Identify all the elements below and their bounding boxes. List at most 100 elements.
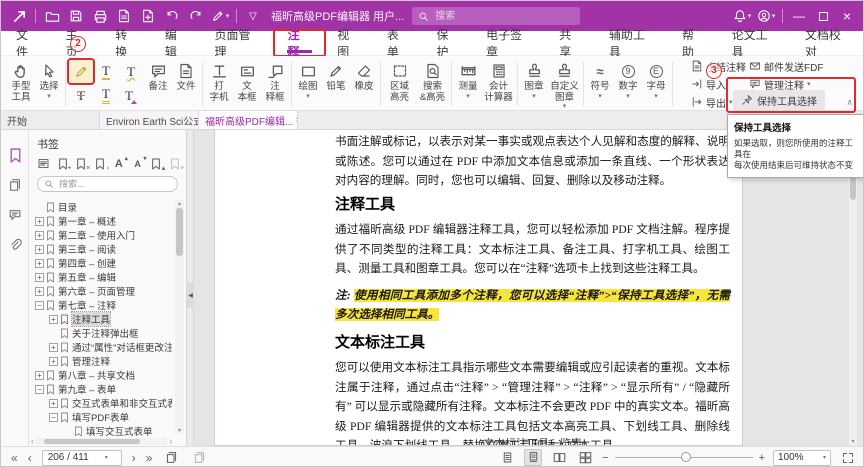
typewriter-tool-button[interactable]: 打 字机 [205,58,233,103]
bookmark-search-box[interactable] [37,176,178,192]
calculator-button[interactable]: 会计 计算器 [482,58,515,103]
new-tab-view-button[interactable] [162,449,180,466]
replace-text-tool-button[interactable]: T [94,84,118,107]
new-document-button[interactable] [136,5,160,27]
redo-button[interactable] [184,5,208,27]
menu-tab-esign[interactable]: 电子签章 [473,31,546,55]
menu-tab-view[interactable]: 视图 [324,31,374,55]
bookmark-item[interactable]: 填写交互式表单 [29,424,172,436]
notifications-button[interactable]: ▾ [730,5,754,27]
menu-tab-share[interactable]: 共享 [546,31,596,55]
numbers-button[interactable]: 9 数字 ▾ [614,58,642,100]
bookmark-item[interactable]: +第四章 – 创建 [29,256,172,270]
bookmark-item[interactable]: −第九章 – 表单 [29,382,172,396]
hand-tool-button[interactable]: 手型 工具 [7,58,35,103]
bookmark-item[interactable]: +通过“属性”对话框更改注释外观 [29,340,172,354]
next-page-button[interactable]: › [132,451,136,465]
bookmark-item[interactable]: 目录 [29,200,172,214]
document-tab-environ[interactable]: Environ Earth Sci公式.p... [100,111,199,129]
note-tool-button[interactable]: 备注 [144,58,172,93]
menu-tab-convert[interactable]: 转换 [102,31,152,55]
collapse-panel-handle[interactable]: ◀ [187,282,194,308]
close-button[interactable]: × [835,5,859,27]
drawing-tool-button[interactable]: 绘图 ▾ [294,58,322,100]
bookmark-item[interactable]: +第三章 – 阅读 [29,242,172,256]
add-bookmark-button[interactable]: + [56,156,70,171]
facing-continuous-view-button[interactable] [576,449,594,466]
bookmark-item-selected[interactable]: +注释工具 [29,312,172,326]
titlebar-search[interactable] [412,7,580,25]
pdf-page[interactable]: 书面注解或标记，以表示对某一事实或观点表达个人见解和态度的解释、说明或陈述。您可… [214,130,743,446]
measure-tool-button[interactable]: 测量 ▾ [454,58,482,100]
squiggly-underline-tool-button[interactable]: T [119,60,143,83]
print-button[interactable] [88,5,112,27]
bookmark-item[interactable]: −第七章 – 注释 [29,298,172,312]
menu-tab-paper-tools[interactable]: 论文工具 [719,31,792,55]
start-tab[interactable]: 开始 [1,111,100,129]
last-page-button[interactable]: » [146,451,153,465]
select-tool-button[interactable]: 选择 ▾ [35,58,63,100]
maximize-button[interactable] [811,5,835,27]
search-highlight-button[interactable]: 搜索 &高亮 [416,58,449,103]
fullscreen-button[interactable] [839,449,857,466]
scrollbar-thumb[interactable] [176,208,183,256]
enlarge-bookmark-text-button[interactable]: A▴ [112,156,126,171]
scrollbar-thumb[interactable] [44,439,140,444]
menu-tab-form[interactable]: 表单 [374,31,424,55]
keep-tool-selected-button[interactable]: 保持工具选择 [733,90,825,110]
stamp-tool-button[interactable]: 图章 ▾ [520,58,548,100]
menu-tab-organize[interactable]: 页面管理 [201,31,274,55]
demote-bookmark-button[interactable]: ▾ [168,156,182,171]
custom-stamp-button[interactable]: 自定义 图章 ▾ [548,58,581,110]
menu-tab-accessibility[interactable]: 辅助工具 [596,31,669,55]
highlight-tool-button[interactable] [69,60,93,83]
page-number-input[interactable] [43,451,105,464]
zoom-out-button[interactable]: − [602,452,608,464]
menu-tab-help[interactable]: 帮助 [669,31,719,55]
continuous-view-button[interactable] [524,449,542,466]
save-button[interactable] [64,5,88,27]
manage-comments-button[interactable]: 管理注释 ▾ [749,77,823,91]
textbox-tool-button[interactable]: 文 本框 [233,58,261,103]
set-destination-button[interactable]: › [93,156,107,171]
quick-tool-button[interactable]: ▾ [208,5,232,27]
zoom-in-button[interactable]: + [759,452,765,464]
menu-tab-protect[interactable]: 保护 [423,31,473,55]
bookmark-vertical-scrollbar[interactable]: ▴ ▾ [175,200,184,434]
facing-view-button[interactable] [550,449,568,466]
bookmark-item[interactable]: −填写PDF表单 [29,410,172,424]
zoom-level-select[interactable]: 100% ▾ [773,450,831,466]
callout-tool-button[interactable]: 注 释框 [261,58,289,103]
underline-tool-button[interactable]: T [94,60,118,83]
menu-tab-file[interactable]: 文件 [3,31,53,55]
import-comments-button[interactable]: 导入 [691,77,746,91]
customize-toolbar-button[interactable]: ▽ [241,5,265,27]
zoom-slider-knob[interactable] [681,452,691,462]
delete-bookmark-button[interactable]: × [75,156,89,171]
account-button[interactable]: ▾ [754,5,778,27]
pencil-tool-button[interactable]: 铅笔 [322,58,350,93]
attachments-panel-button[interactable] [1,230,29,260]
single-page-view-button[interactable] [498,449,516,466]
bookmark-item[interactable]: +交互式表单和非交互式表单 [29,396,172,410]
bookmark-item[interactable]: +管理注释 [29,354,172,368]
bookmarks-panel-button[interactable] [1,140,29,170]
previous-page-button[interactable]: ‹ [28,451,32,465]
bookmark-search-input[interactable] [57,178,157,190]
bookmark-horizontal-scrollbar[interactable]: ‹ › [31,437,172,446]
panel-divider[interactable]: ◀ [187,130,194,446]
promote-bookmark-button[interactable]: ▴ [150,156,164,171]
letters-button[interactable]: E 字母 ▾ [642,58,670,100]
zoom-slider[interactable]: − + [602,452,765,464]
strikeout-tool-button[interactable]: T [69,84,93,107]
undo-button[interactable] [160,5,184,27]
minimize-button[interactable]: — [787,5,811,27]
menu-tab-proofread[interactable]: 文档校对 [792,31,864,55]
document-tab-foxit-manual[interactable]: 福昕高级PDF编辑... × [199,111,298,129]
close-tab-icon[interactable]: × [293,115,298,126]
search-input[interactable] [433,10,553,23]
pages-panel-button[interactable] [1,170,29,200]
first-page-button[interactable]: « [11,451,18,465]
panel-menu-button[interactable] [37,156,51,171]
email-fdf-button[interactable]: 邮件发送FDF [749,59,823,73]
